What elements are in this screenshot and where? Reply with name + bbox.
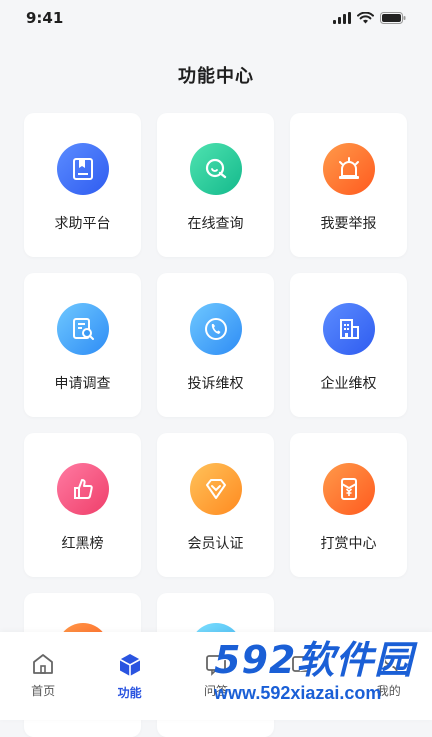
diamond-badge-icon — [189, 463, 242, 515]
alarm-siren-icon — [322, 143, 375, 195]
feature-card-report[interactable]: 我要举报 — [290, 113, 407, 257]
feature-label: 会员认证 — [187, 536, 244, 552]
tab-label: 我的 — [376, 684, 401, 698]
bookmark-book-icon — [56, 143, 109, 195]
document-search-icon — [56, 303, 109, 355]
qa-icon — [206, 655, 226, 676]
feature-card-rankings[interactable]: 红黑榜 — [24, 433, 141, 577]
cube-icon — [119, 654, 140, 676]
bottom-tab-bar: 首页 功能 问答 我的 — [0, 632, 432, 720]
feature-card-complaint[interactable]: 投诉维权 — [157, 273, 274, 417]
profile-icon — [379, 655, 398, 674]
feature-card-enterprise[interactable]: 企业维权 — [290, 273, 407, 417]
battery-icon — [380, 12, 406, 24]
feature-card-reward[interactable]: 打赏中心 — [290, 433, 407, 577]
status-icons — [333, 12, 406, 24]
feature-label: 红黑榜 — [61, 536, 104, 552]
feature-card-query[interactable]: 在线查询 — [157, 113, 274, 257]
tab-messages[interactable] — [259, 632, 345, 682]
feature-label: 打赏中心 — [320, 536, 377, 552]
thumbs-chart-icon — [56, 463, 109, 515]
home-icon — [33, 654, 54, 674]
tab-label: 功能 — [117, 686, 142, 700]
building-icon — [322, 303, 375, 355]
signal-icon — [333, 12, 351, 24]
status-time: 9:41 — [26, 9, 64, 27]
tab-profile[interactable]: 我的 — [346, 632, 432, 699]
status-bar: 9:41 — [0, 0, 432, 36]
phone-ring-icon — [189, 303, 242, 355]
red-envelope-icon — [322, 463, 375, 515]
feature-label: 在线查询 — [187, 216, 244, 232]
feature-label: 投诉维权 — [187, 376, 244, 392]
tab-home[interactable]: 首页 — [0, 632, 86, 699]
feature-label: 求助平台 — [54, 216, 111, 232]
tab-functions[interactable]: 功能 — [87, 632, 173, 701]
tab-qa[interactable]: 问答 — [173, 632, 259, 699]
feature-label: 企业维权 — [320, 376, 377, 392]
feature-label: 我要举报 — [320, 216, 377, 232]
feature-card-help[interactable]: 求助平台 — [24, 113, 141, 257]
message-icon — [292, 656, 313, 672]
page-title: 功能中心 — [178, 66, 254, 87]
feature-label: 申请调查 — [54, 376, 111, 392]
tab-label: 问答 — [203, 684, 228, 698]
feature-card-membership[interactable]: 会员认证 — [157, 433, 274, 577]
tab-label: 首页 — [31, 684, 56, 698]
wifi-icon — [357, 12, 374, 24]
search-chat-icon — [189, 143, 242, 195]
feature-card-investigate[interactable]: 申请调查 — [24, 273, 141, 417]
